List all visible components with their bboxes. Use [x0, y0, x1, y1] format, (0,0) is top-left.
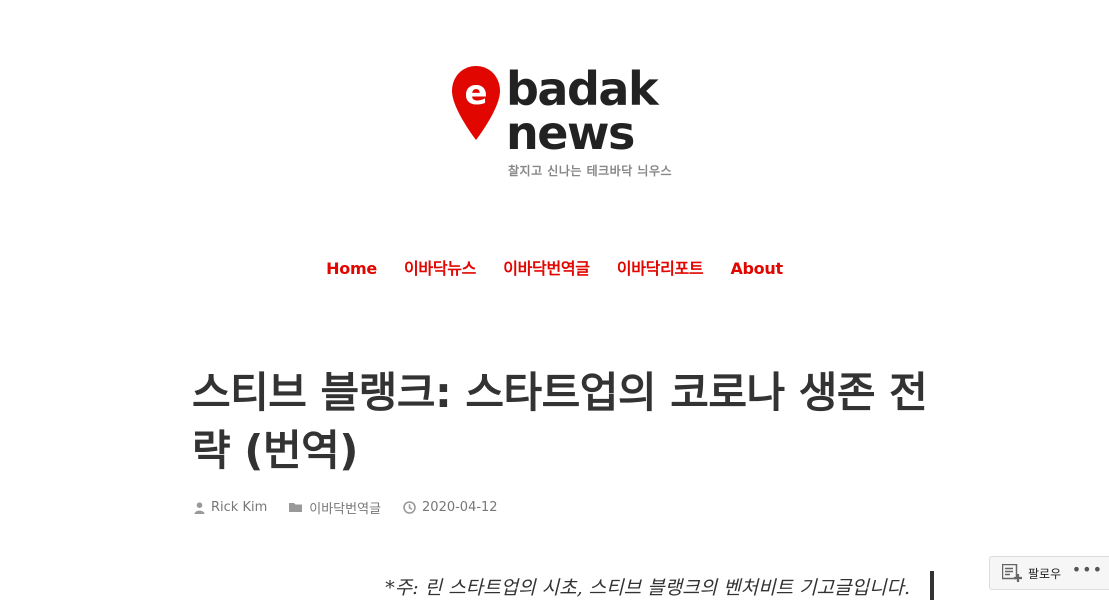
nav-item-home[interactable]: Home — [326, 259, 377, 278]
nav-item-ibadak-news[interactable]: 이바닥뉴스 — [404, 259, 476, 278]
logo-word-news: news — [506, 106, 635, 160]
post-intro-text: *주: 린 스타트업의 시초, 스티브 블랭크의 벤처비트 기고글입니다. — [385, 577, 910, 599]
person-icon — [194, 501, 205, 514]
folder-icon — [289, 503, 303, 512]
category-link[interactable]: 이바닥번역글 — [309, 498, 381, 517]
author-name[interactable]: Rick Kim — [211, 500, 267, 515]
nav-item-ibadak-translations[interactable]: 이바닥번역글 — [503, 259, 590, 278]
more-options-icon[interactable]: ••• — [1072, 562, 1103, 581]
reader-follow-icon — [1002, 564, 1022, 582]
date-text[interactable]: 2020-04-12 — [422, 500, 498, 515]
clock-icon — [403, 501, 416, 514]
nav-item-ibadak-reports[interactable]: 이바닥리포트 — [617, 259, 704, 278]
follow-widget: 팔로우 ••• — [989, 556, 1109, 590]
map-pin-icon: e — [452, 66, 500, 140]
post-category: 이바닥번역글 — [289, 498, 381, 517]
post-title: 스티브 블랭크: 스타트업의 코로나 생존 전략 (번역) — [192, 368, 928, 475]
logo-pin-letter: e — [464, 73, 487, 113]
follow-button[interactable]: 팔로우 — [990, 564, 1061, 582]
follow-label: 팔로우 — [1028, 566, 1062, 581]
main-navigation: Home 이바닥뉴스 이바닥번역글 이바닥리포트 About — [0, 255, 1109, 279]
post-meta: Rick Kim 이바닥번역글 2020-04-12 — [194, 498, 520, 517]
site-logo[interactable]: e badak news 찰지고 신나는 테크바닥 늬우스 — [450, 58, 675, 183]
post-author: Rick Kim — [194, 500, 267, 515]
nav-item-about[interactable]: About — [730, 259, 783, 278]
site-tagline: 찰지고 신나는 테크바닥 늬우스 — [508, 164, 673, 178]
post-intro-blockquote: *주: 린 스타트업의 시초, 스티브 블랭크의 벤처비트 기고글입니다. — [300, 571, 934, 600]
post-date: 2020-04-12 — [403, 500, 498, 515]
